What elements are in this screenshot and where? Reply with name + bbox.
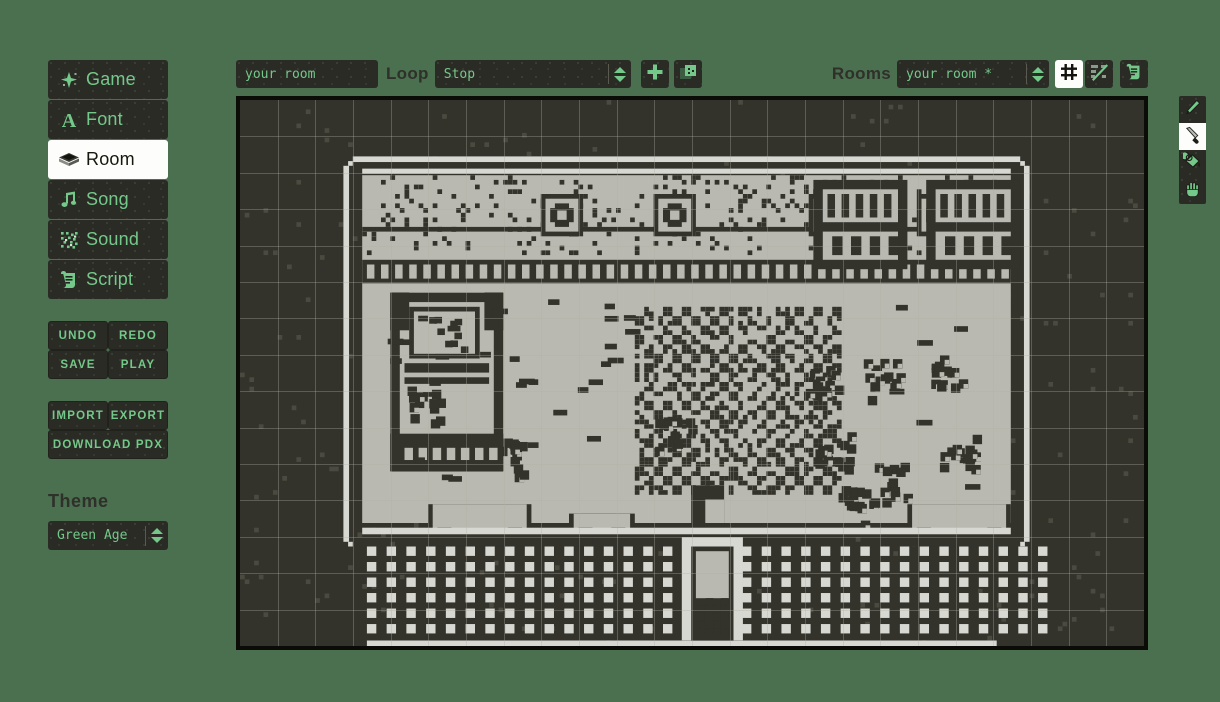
rooms-select[interactable]: your room * [897, 60, 1049, 88]
room-name-input[interactable]: your room [236, 60, 378, 88]
download-pdx-button[interactable]: DOWNLOAD PDX [48, 430, 168, 459]
theme-heading: Theme [48, 491, 109, 511]
sidebar-item-label: Game [86, 69, 136, 89]
add-room-button[interactable] [640, 60, 669, 88]
sidebar-item-font[interactable]: A Font [48, 100, 168, 139]
chevron-updown-icon[interactable] [146, 528, 168, 543]
app-root: Game A Font Room Song Sound Script UNDO … [0, 0, 1220, 702]
sidebar-item-label: Font [86, 109, 123, 129]
pencil-tool[interactable] [1179, 96, 1206, 123]
paint-bucket-icon [1180, 151, 1202, 175]
sidebar: Game A Font Room Song Sound Script UNDO … [48, 60, 168, 550]
room-canvas[interactable] [240, 100, 1144, 646]
grid-icon [1059, 62, 1079, 86]
theme-select[interactable]: Green Age [48, 521, 168, 550]
grid-toggle-button[interactable] [1055, 60, 1083, 88]
import-export-row: IMPORT EXPORT [48, 401, 168, 430]
toolbar-right-group: Rooms your room * [824, 60, 1148, 88]
overlay-toggle-button[interactable] [1085, 60, 1113, 88]
sparkle-star-icon [52, 69, 86, 91]
fill-tool[interactable] [1179, 150, 1206, 177]
chevron-updown-icon[interactable] [1027, 66, 1049, 82]
hand-icon [1183, 179, 1202, 202]
sidebar-item-game[interactable]: Game [48, 60, 168, 99]
sidebar-item-sound[interactable]: Sound [48, 220, 168, 259]
diagonal-slash-icon [1088, 61, 1110, 87]
import-button[interactable]: IMPORT [48, 401, 108, 430]
undo-button[interactable]: UNDO [48, 321, 108, 350]
edit-actions-group: UNDO REDO SAVE PLAY [48, 321, 168, 379]
io-actions-group: IMPORT EXPORT DOWNLOAD PDX [48, 401, 168, 459]
room-script-button[interactable] [1120, 60, 1148, 88]
rooms-label: Rooms [831, 64, 891, 83]
chevron-updown-icon[interactable] [609, 66, 631, 82]
undo-redo-row: UNDO REDO [48, 321, 168, 350]
letter-a-icon: A [52, 109, 86, 131]
plus-icon [645, 62, 665, 86]
sidebar-item-label: Sound [86, 229, 140, 249]
export-button[interactable]: EXPORT [108, 401, 168, 430]
svg-text:A: A [62, 110, 77, 131]
noise-blocks-icon [52, 229, 86, 251]
eraser-tool[interactable] [1179, 123, 1206, 150]
rooms-select-value: your room * [906, 66, 993, 82]
pencil-icon [1183, 98, 1202, 121]
scroll-icon [1124, 62, 1144, 86]
save-button[interactable]: SAVE [48, 350, 108, 379]
scroll-icon [52, 269, 86, 291]
loop-select[interactable]: Stop [434, 60, 631, 88]
room-tilemap[interactable] [240, 100, 1144, 646]
music-note-icon [52, 189, 86, 211]
toolbar-left-group: your room Loop Stop [236, 60, 702, 88]
hand-tool[interactable] [1179, 177, 1206, 204]
sidebar-item-room[interactable]: Room [48, 140, 168, 179]
sidebar-item-label: Room [86, 149, 135, 169]
save-play-row: SAVE PLAY [48, 350, 168, 379]
sidebar-item-label: Script [86, 269, 134, 289]
top-toolbar: your room Loop Stop Rooms your room * [236, 60, 1148, 92]
tool-palette [1179, 96, 1206, 204]
sidebar-item-label: Song [86, 189, 129, 209]
play-button[interactable]: PLAY [108, 350, 168, 379]
theme-select-value: Green Age [57, 528, 128, 543]
diamond-stack-icon [52, 149, 86, 171]
room-canvas-frame [236, 96, 1148, 650]
loop-select-value: Stop [443, 66, 476, 82]
eraser-icon [1183, 125, 1202, 148]
loop-label: Loop [386, 64, 429, 83]
duplicate-icon [678, 62, 698, 86]
sidebar-item-song[interactable]: Song [48, 180, 168, 219]
duplicate-room-button[interactable] [673, 60, 702, 88]
sidebar-item-script[interactable]: Script [48, 260, 168, 299]
redo-button[interactable]: REDO [108, 321, 168, 350]
